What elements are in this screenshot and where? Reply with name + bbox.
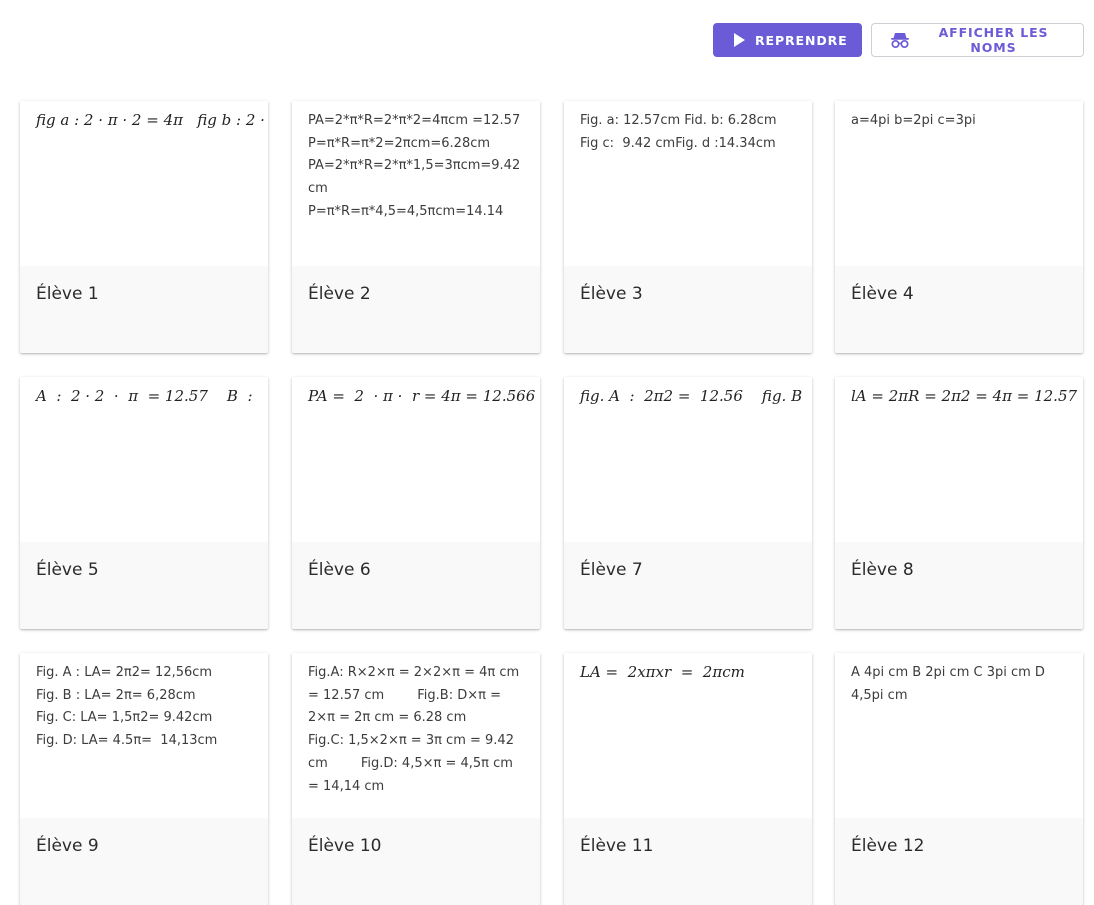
student-card[interactable]: A 4pi cm B 2pi cm C 3pi cm D 4,5pi cm Élè…	[835, 653, 1083, 905]
student-answer: fig. A : 2π2 = 12.56 fig. B	[580, 387, 803, 405]
student-name: Élève 10	[292, 818, 540, 905]
student-card[interactable]: LA = 2xπxr = 2πcm Élève 11	[564, 653, 812, 905]
student-name: Élève 4	[835, 266, 1083, 353]
student-name: Élève 12	[835, 818, 1083, 905]
student-answer: PA=2*π*R=2*π*2=4πcm =12.57 P=π*R=π*2=2πc…	[308, 113, 521, 219]
student-name: Élève 8	[835, 542, 1083, 629]
resume-button[interactable]: Reprendre	[713, 23, 862, 57]
student-answer: fig a : 2 · π · 2 = 4π fig b : 2 · π	[36, 111, 268, 129]
student-name: Élève 9	[20, 818, 268, 905]
incognito-icon	[890, 31, 910, 49]
student-name: Élève 6	[292, 542, 540, 629]
student-card[interactable]: lA = 2πR = 2π2 = 4π = 12.57 Élève 8	[835, 377, 1083, 629]
student-name: Élève 2	[292, 266, 540, 353]
student-name: Élève 11	[564, 818, 812, 905]
show-names-button[interactable]: Afficher les noms	[871, 23, 1084, 57]
student-card[interactable]: PA = 2 · π · r = 4π = 12.566 Élève 6	[292, 377, 540, 629]
student-answer: Fig.A: R×2×π = 2×2×π = 4π cm = 12.57 cm …	[308, 665, 520, 794]
student-name: Élève 3	[564, 266, 812, 353]
show-names-button-label: Afficher les noms	[938, 25, 1049, 55]
student-answer: Fig. a: 12.57cm Fid. b: 6.28cm Fig c: 9.…	[580, 113, 777, 151]
student-answer: A : 2 · 2 · π = 12.57 B :	[36, 387, 253, 405]
student-name: Élève 7	[564, 542, 812, 629]
student-name: Élève 1	[20, 266, 268, 353]
student-answer: Fig. A : LA= 2π2= 12,56cm Fig. B : LA= 2…	[36, 665, 218, 749]
student-answer: A 4pi cm B 2pi cm C 3pi cm D 4,5pi cm	[851, 665, 1050, 703]
student-answer: a=4pi b=2pi c=3pi	[851, 113, 976, 128]
student-name: Élève 5	[20, 542, 268, 629]
student-card[interactable]: PA=2*π*R=2*π*2=4πcm =12.57 P=π*R=π*2=2πc…	[292, 101, 540, 353]
student-card[interactable]: Fig. A : LA= 2π2= 12,56cm Fig. B : LA= 2…	[20, 653, 268, 905]
play-icon	[733, 33, 745, 47]
student-card[interactable]: A : 2 · 2 · π = 12.57 B : Élève 5	[20, 377, 268, 629]
student-answer: lA = 2πR = 2π2 = 4π = 12.57	[851, 387, 1078, 405]
student-card[interactable]: Fig.A: R×2×π = 2×2×π = 4π cm = 12.57 cm …	[292, 653, 540, 905]
resume-button-label: Reprendre	[755, 32, 848, 48]
student-card[interactable]: fig. A : 2π2 = 12.56 fig. B Élève 7	[564, 377, 812, 629]
student-card[interactable]: Fig. a: 12.57cm Fid. b: 6.28cm Fig c: 9.…	[564, 101, 812, 353]
student-card[interactable]: fig a : 2 · π · 2 = 4π fig b : 2 · π Élèv…	[20, 101, 268, 353]
student-answer: PA = 2 · π · r = 4π = 12.566	[308, 387, 536, 405]
toolbar: Reprendre Afficher les noms	[713, 23, 1084, 57]
student-card[interactable]: a=4pi b=2pi c=3pi Élève 4	[835, 101, 1083, 353]
student-answer: LA = 2xπxr = 2πcm	[580, 663, 745, 681]
